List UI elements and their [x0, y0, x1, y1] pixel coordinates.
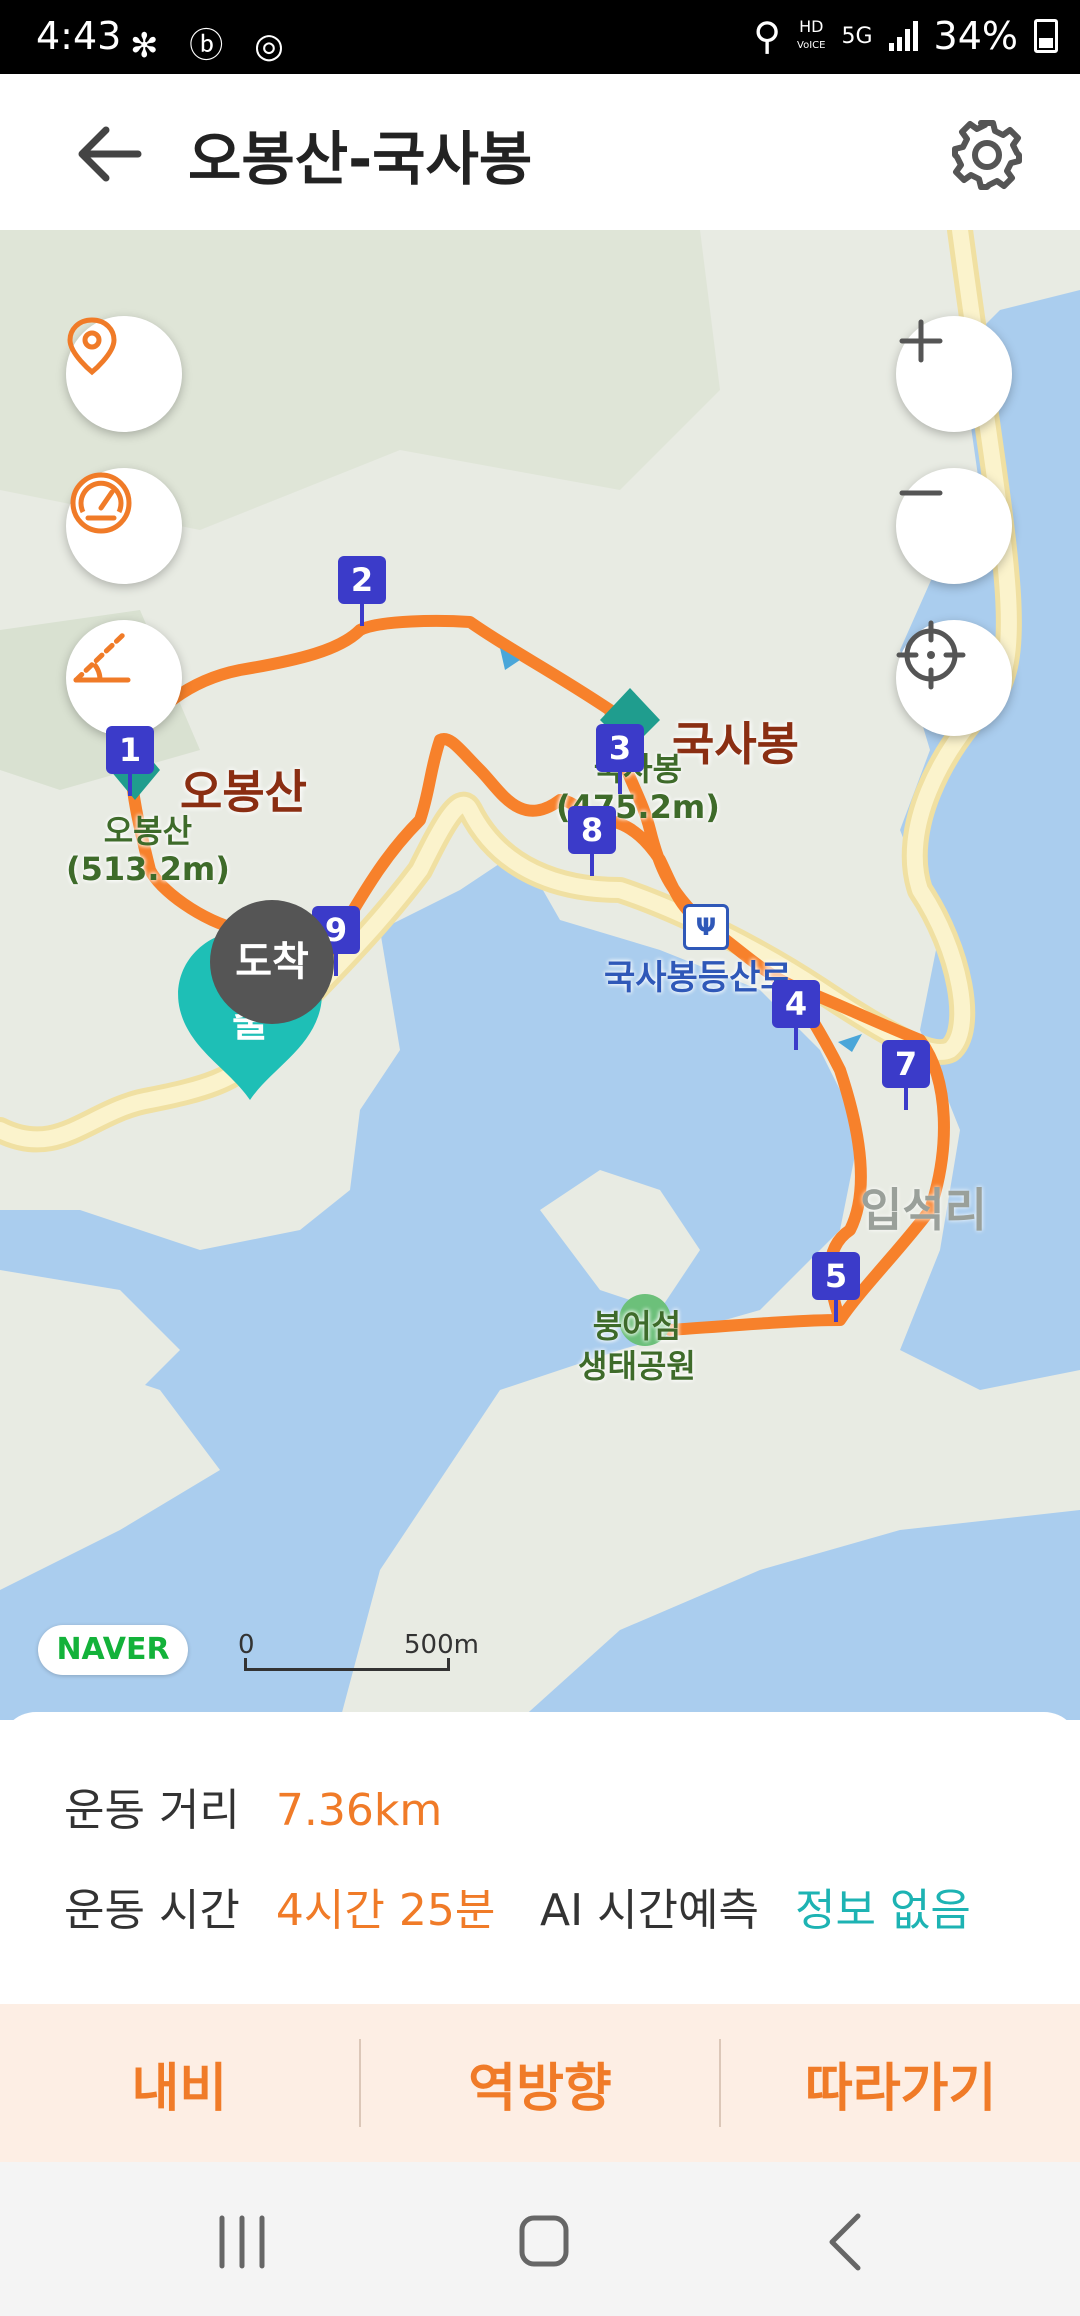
- navigate-button[interactable]: 내비: [0, 2004, 359, 2162]
- hd-voice-icon: HD VoICE: [797, 16, 826, 51]
- time-row: 운동 시간 4시간 25분: [64, 1874, 495, 1938]
- location-status-icon: ⚲: [753, 14, 782, 58]
- waypoint-3[interactable]: 3: [596, 724, 644, 794]
- battery-icon: [1034, 19, 1058, 53]
- battery-percent: 34%: [933, 14, 1018, 58]
- time-label: 운동 시간: [64, 1885, 240, 1936]
- peak-sub-obongsan: 오봉산 (513.2m): [66, 812, 230, 888]
- ai-label: AI 시간예측: [540, 1885, 759, 1936]
- waypoint-1[interactable]: 1: [106, 726, 154, 796]
- ai-value: 정보 없음: [794, 1885, 971, 1936]
- place-label-trailhead[interactable]: 국사봉등산로: [604, 950, 792, 999]
- scale-end: 500m: [404, 1630, 479, 1660]
- zoom-in-icon: [899, 319, 943, 363]
- speedometer-icon: [70, 472, 132, 534]
- notification-icons: ✻ ⓑ ◎: [130, 26, 294, 66]
- slope-icon: [73, 631, 131, 683]
- map-view[interactable]: 오봉산 오봉산(513.2m) 국사봉 국사봉(475.2m) 국사봉등산로 입…: [0, 230, 1080, 1720]
- location-pin-icon: [67, 317, 117, 376]
- distance-row: 운동 거리 7.36km: [64, 1774, 442, 1838]
- zoom-out-icon: [899, 490, 943, 496]
- waypoint-5[interactable]: 5: [812, 1252, 860, 1322]
- home-icon: [519, 2215, 569, 2267]
- scale-bar: [244, 1658, 450, 1671]
- restaurant-icon: Ψ: [683, 904, 729, 950]
- status-time: 4:43: [36, 14, 122, 58]
- ai-row: AI 시간예측 정보 없음: [540, 1874, 971, 1938]
- waypoint-2[interactable]: 2: [338, 556, 386, 626]
- park-label[interactable]: 붕어섬 생태공원: [578, 1306, 696, 1386]
- reverse-button[interactable]: 역방향: [361, 2004, 720, 2162]
- crosshair-icon: [896, 620, 966, 690]
- village-label: 입석리: [860, 1183, 987, 1237]
- signal-icon: [888, 21, 918, 51]
- home-button[interactable]: [494, 2202, 594, 2282]
- app-bar: 오봉산-국사봉: [0, 74, 1080, 232]
- follow-button[interactable]: 따라가기: [721, 2004, 1080, 2162]
- chevron-left-icon: [829, 2213, 861, 2271]
- waypoint-8[interactable]: 8: [568, 806, 616, 876]
- arrival-marker[interactable]: 도착: [210, 900, 334, 1024]
- back-nav-button[interactable]: [796, 2202, 896, 2282]
- distance-label: 운동 거리: [64, 1785, 240, 1836]
- scale-start: 0: [238, 1630, 255, 1660]
- action-bar: 내비 역방향 따라가기: [0, 2004, 1080, 2162]
- slope-button[interactable]: [66, 620, 182, 736]
- waypoint-4[interactable]: 4: [772, 980, 820, 1050]
- recents-icon: [219, 2215, 265, 2269]
- summary-sheet: 운동 거리 7.36km 운동 시간 4시간 25분 AI 시간예측 정보 없음: [0, 1712, 1080, 2002]
- gear-icon: [952, 120, 1022, 190]
- time-value: 4시간 25분: [275, 1885, 496, 1936]
- arrow-left-icon: [78, 126, 142, 182]
- speed-button[interactable]: [66, 468, 182, 584]
- zoom-in-button[interactable]: [896, 316, 1012, 432]
- distance-value: 7.36km: [275, 1785, 443, 1836]
- naver-logo: NAVER: [38, 1625, 188, 1675]
- recents-button[interactable]: [192, 2202, 292, 2282]
- system-nav-bar: [0, 2162, 1080, 2316]
- location-button[interactable]: [66, 316, 182, 432]
- waypoint-7[interactable]: 7: [882, 1040, 930, 1110]
- back-button[interactable]: [66, 114, 156, 194]
- my-location-button[interactable]: [896, 620, 1012, 736]
- settings-button[interactable]: [944, 112, 1030, 198]
- map-canvas: [0, 230, 1080, 1720]
- zoom-out-button[interactable]: [896, 468, 1012, 584]
- network-type: 5G: [841, 23, 873, 49]
- page-title: 오봉산-국사봉: [188, 125, 533, 193]
- status-bar: 4:43 ✻ ⓑ ◎ ⚲ HD VoICE 5G 34%: [0, 0, 1080, 74]
- status-right: ⚲ HD VoICE 5G 34%: [753, 14, 1058, 58]
